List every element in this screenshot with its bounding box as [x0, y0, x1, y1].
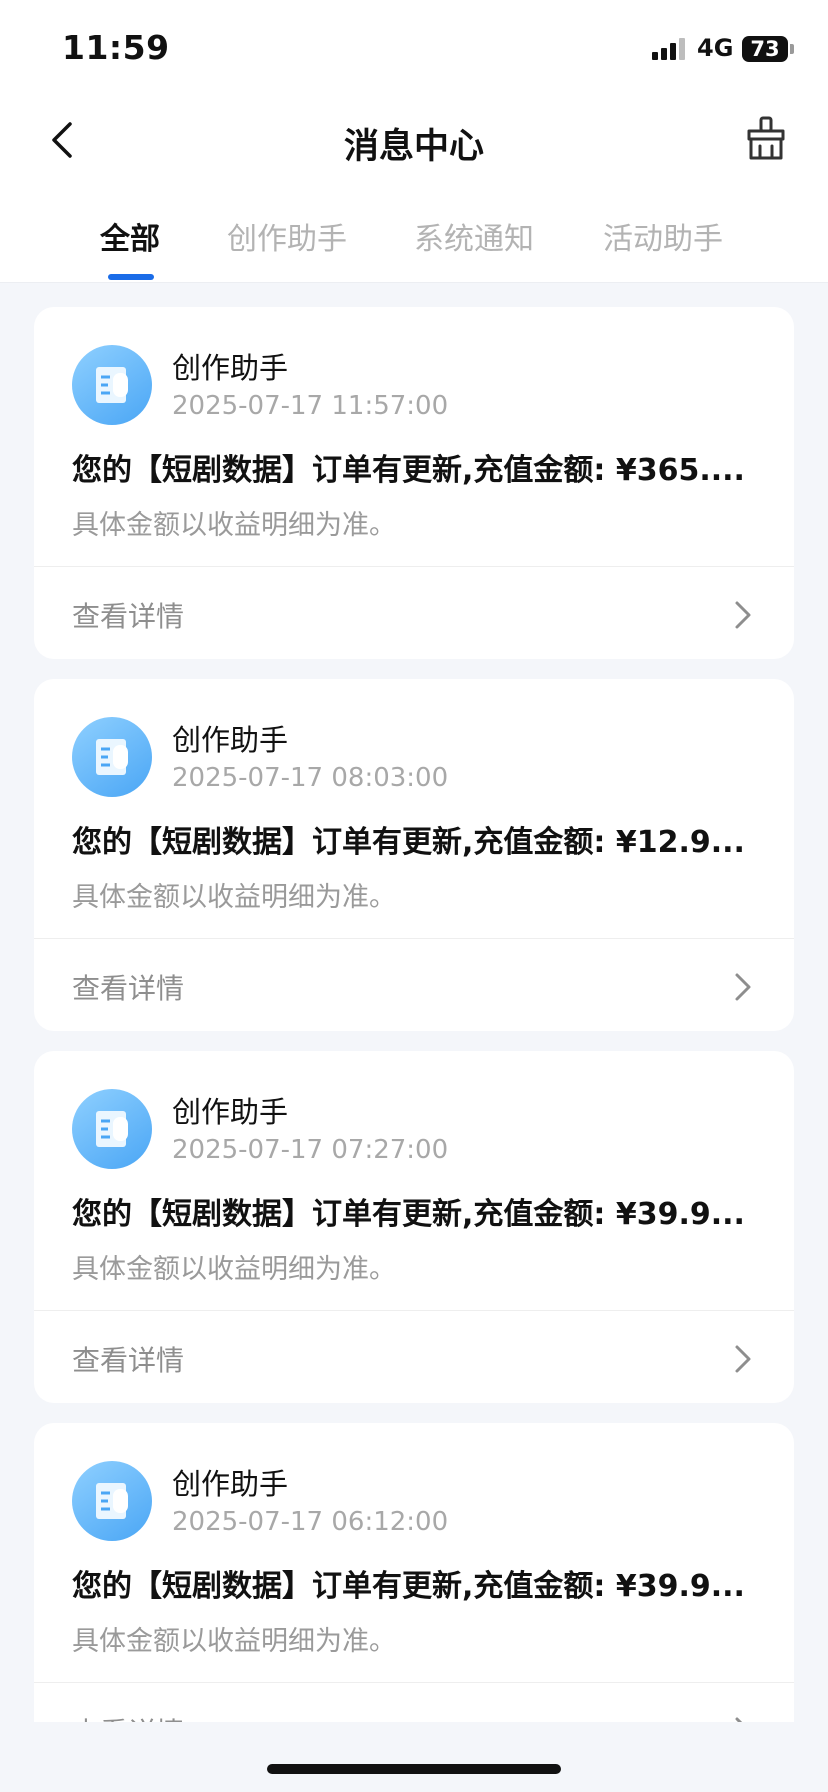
document-icon [96, 739, 128, 775]
card-divider [34, 1310, 794, 1311]
battery-cap [790, 44, 794, 54]
message-card[interactable]: 创作助手 2025-07-17 08:03:00 您的【短剧数据】订单有更新,充… [34, 679, 794, 1031]
tab-active-indicator [108, 274, 154, 280]
status-bar: 11:59 4G 73 [0, 0, 828, 96]
view-details-button[interactable]: 查看详情 [72, 1339, 184, 1379]
chevron-right-icon[interactable] [724, 969, 760, 1005]
document-icon [96, 367, 128, 403]
message-card[interactable]: 创作助手 2025-07-17 11:57:00 您的【短剧数据】订单有更新,充… [34, 307, 794, 659]
network-label: 4G [697, 34, 734, 62]
message-subtitle: 具体金额以收益明细为准。 [72, 1626, 396, 1657]
avatar [72, 1089, 152, 1169]
sender-name: 创作助手 [172, 1095, 289, 1129]
avatar [72, 1461, 152, 1541]
page-title: 消息中心 [343, 127, 484, 167]
message-card[interactable]: 创作助手 2025-07-17 06:12:00 您的【短剧数据】订单有更新,充… [34, 1423, 794, 1723]
tab-activity-assistant[interactable]: 活动助手 [603, 214, 723, 258]
signal-icon [652, 38, 688, 60]
message-subtitle: 具体金额以收益明细为准。 [72, 1254, 396, 1285]
battery-level: 73 [750, 37, 780, 61]
tab-bar: 全部 创作助手 系统通知 活动助手 [0, 186, 828, 283]
message-time: 2025-07-17 07:27:00 [172, 1135, 449, 1165]
message-title: 您的【短剧数据】订单有更新,充值金额: ¥365.... [72, 453, 745, 488]
card-divider [34, 938, 794, 939]
message-subtitle: 具体金额以收益明细为准。 [72, 882, 396, 913]
message-time: 2025-07-17 08:03:00 [172, 763, 449, 793]
avatar [72, 345, 152, 425]
message-time: 2025-07-17 06:12:00 [172, 1507, 449, 1537]
message-time: 2025-07-17 11:57:00 [172, 391, 449, 421]
message-card[interactable]: 创作助手 2025-07-17 07:27:00 您的【短剧数据】订单有更新,充… [34, 1051, 794, 1403]
card-divider [34, 1682, 794, 1683]
tab-system-notice[interactable]: 系统通知 [414, 214, 534, 258]
document-icon [96, 1111, 128, 1147]
sender-name: 创作助手 [172, 723, 289, 757]
clean-button[interactable] [740, 112, 792, 164]
message-title: 您的【短剧数据】订单有更新,充值金额: ¥12.9... [72, 825, 745, 860]
message-subtitle: 具体金额以收益明细为准。 [72, 510, 396, 541]
avatar [72, 717, 152, 797]
chevron-right-icon[interactable] [724, 597, 760, 633]
message-title: 您的【短剧数据】订单有更新,充值金额: ¥39.9... [72, 1569, 745, 1604]
sender-name: 创作助手 [172, 1467, 289, 1501]
view-details-button[interactable]: 查看详情 [72, 967, 184, 1007]
tab-all[interactable]: 全部 [100, 214, 160, 258]
view-details-button[interactable]: 查看详情 [72, 595, 184, 635]
home-indicator[interactable] [267, 1764, 561, 1774]
home-bar [0, 1722, 828, 1792]
message-title: 您的【短剧数据】订单有更新,充值金额: ¥39.9... [72, 1197, 745, 1232]
message-list[interactable]: 创作助手 2025-07-17 11:57:00 您的【短剧数据】订单有更新,充… [0, 283, 828, 1723]
tab-creation-assistant[interactable]: 创作助手 [227, 214, 347, 258]
broom-icon [747, 116, 785, 160]
sender-name: 创作助手 [172, 351, 289, 385]
nav-bar: 消息中心 [0, 96, 828, 186]
battery-icon: 73 [742, 36, 788, 62]
document-icon [96, 1483, 128, 1519]
status-time: 11:59 [62, 28, 170, 67]
chevron-right-icon[interactable] [724, 1341, 760, 1377]
card-divider [34, 566, 794, 567]
